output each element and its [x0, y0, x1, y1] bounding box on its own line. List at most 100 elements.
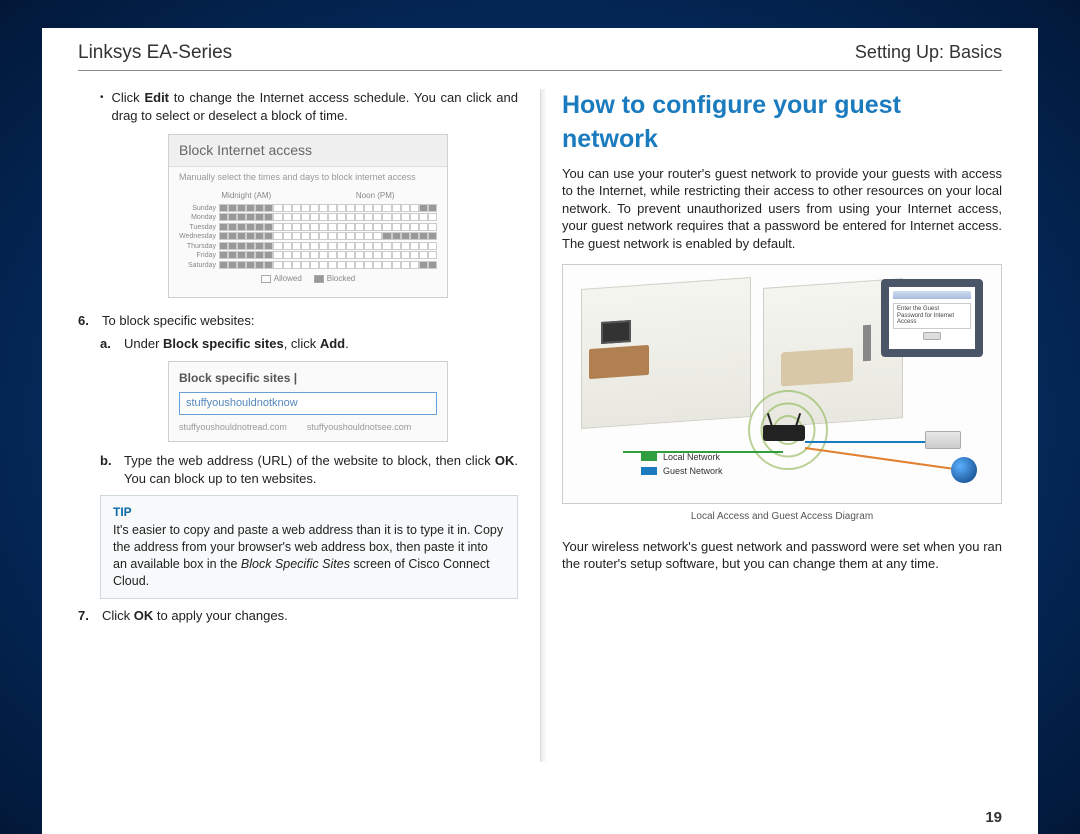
guest-network-note-paragraph: Your wireless network's guest network an… [562, 538, 1002, 573]
schedule-cell [364, 232, 373, 240]
schedule-cell [273, 261, 282, 269]
day-label: Thursday [179, 242, 219, 251]
schedule-cell [401, 223, 410, 231]
schedule-cell [337, 251, 346, 259]
schedule-cell [273, 223, 282, 231]
schedule-cell [310, 261, 319, 269]
schedule-cell [419, 213, 428, 221]
day-label: Monday [179, 213, 219, 222]
day-label: Wednesday [179, 232, 219, 241]
header-product-name: Linksys EA-Series [78, 42, 232, 64]
schedule-cell [301, 232, 310, 240]
schedule-cell [301, 251, 310, 259]
schedule-cell [264, 213, 273, 221]
schedule-cell [373, 204, 382, 212]
schedule-cell [219, 261, 228, 269]
schedule-cell [346, 223, 355, 231]
lamp-icon [863, 325, 871, 362]
screenshot2-url-list: stuffyoushouldnotread.com stuffyoushould… [179, 421, 437, 433]
schedule-cell [428, 251, 437, 259]
schedule-cell [246, 223, 255, 231]
day-label: Friday [179, 251, 219, 260]
tip-label: TIP [113, 504, 505, 520]
blocked-swatch-icon [314, 275, 324, 283]
right-column: How to configure your guest network You … [562, 89, 1002, 822]
step-6a-text: Under Block specific sites, click Add. [124, 335, 349, 353]
schedule-cell [373, 242, 382, 250]
schedule-cell [319, 204, 328, 212]
schedule-cell [273, 251, 282, 259]
schedule-cell [292, 251, 301, 259]
schedule-cell [319, 242, 328, 250]
schedule-cell [392, 213, 401, 221]
schedule-cell [337, 204, 346, 212]
schedule-cell [264, 223, 273, 231]
schedule-cell [355, 213, 364, 221]
schedule-cell [428, 204, 437, 212]
allowed-swatch-icon [261, 275, 271, 283]
schedule-cell [346, 213, 355, 221]
schedule-cell [364, 261, 373, 269]
schedule-cell [246, 261, 255, 269]
schedule-cell [319, 261, 328, 269]
content-columns: • Click Edit to change the Internet acce… [78, 89, 1002, 822]
schedule-cell [255, 251, 264, 259]
schedule-cell [237, 251, 246, 259]
schedule-cell [401, 242, 410, 250]
laptop-ok-button-icon [923, 332, 941, 340]
substep-label: b. [100, 452, 116, 487]
schedule-cell [382, 261, 391, 269]
schedule-cell [428, 261, 437, 269]
schedule-cell [428, 242, 437, 250]
schedule-cell [292, 232, 301, 240]
schedule-cell [401, 213, 410, 221]
schedule-cell [410, 261, 419, 269]
schedule-cell [319, 232, 328, 240]
schedule-cell [264, 251, 273, 259]
schedule-grid: Midnight (AM) Noon (PM) SundayMondayTues… [169, 187, 447, 297]
grid-body: SundayMondayTuesdayWednesdayThursdayFrid… [179, 204, 437, 270]
network-diagram: Enter the Guest Password for Internet Ac… [562, 264, 1002, 504]
schedule-cell [364, 242, 373, 250]
schedule-cell [273, 213, 282, 221]
schedule-cell [401, 232, 410, 240]
left-column: • Click Edit to change the Internet acce… [78, 89, 518, 822]
schedule-cell [319, 251, 328, 259]
schedule-cell [310, 251, 319, 259]
schedule-cell [410, 213, 419, 221]
schedule-cell [310, 213, 319, 221]
schedule-cell [219, 242, 228, 250]
step-6a: a. Under Block specific sites, click Add… [100, 335, 518, 353]
schedule-cell [283, 242, 292, 250]
step-number: 7. [78, 607, 94, 625]
schedule-cell [283, 223, 292, 231]
schedule-cell [237, 232, 246, 240]
diagram-legend: Local Network Guest Network [641, 449, 723, 479]
tip-callout: TIP It's easier to copy and paste a web … [100, 495, 518, 599]
schedule-cell [292, 213, 301, 221]
desk-icon [589, 345, 649, 379]
schedule-cell [355, 223, 364, 231]
schedule-cell [264, 261, 273, 269]
schedule-cell [419, 204, 428, 212]
schedule-cell [237, 261, 246, 269]
page-header: Linksys EA-Series Setting Up: Basics [78, 42, 1002, 71]
schedule-cell [355, 204, 364, 212]
schedule-cell [392, 232, 401, 240]
schedule-cell [382, 204, 391, 212]
section-heading: How to configure your guest network [562, 89, 1002, 157]
schedule-cell [373, 223, 382, 231]
schedule-cell [283, 251, 292, 259]
schedule-cell [364, 204, 373, 212]
schedule-cell [319, 223, 328, 231]
schedule-cell [346, 204, 355, 212]
diagram-caption: Local Access and Guest Access Diagram [562, 510, 1002, 524]
schedule-cell [337, 242, 346, 250]
schedule-cell [419, 242, 428, 250]
schedule-cell [337, 213, 346, 221]
schedule-cell [401, 251, 410, 259]
schedule-cell [310, 204, 319, 212]
schedule-cell [292, 261, 301, 269]
guest-network-swatch-icon [641, 467, 657, 475]
schedule-cell [292, 242, 301, 250]
